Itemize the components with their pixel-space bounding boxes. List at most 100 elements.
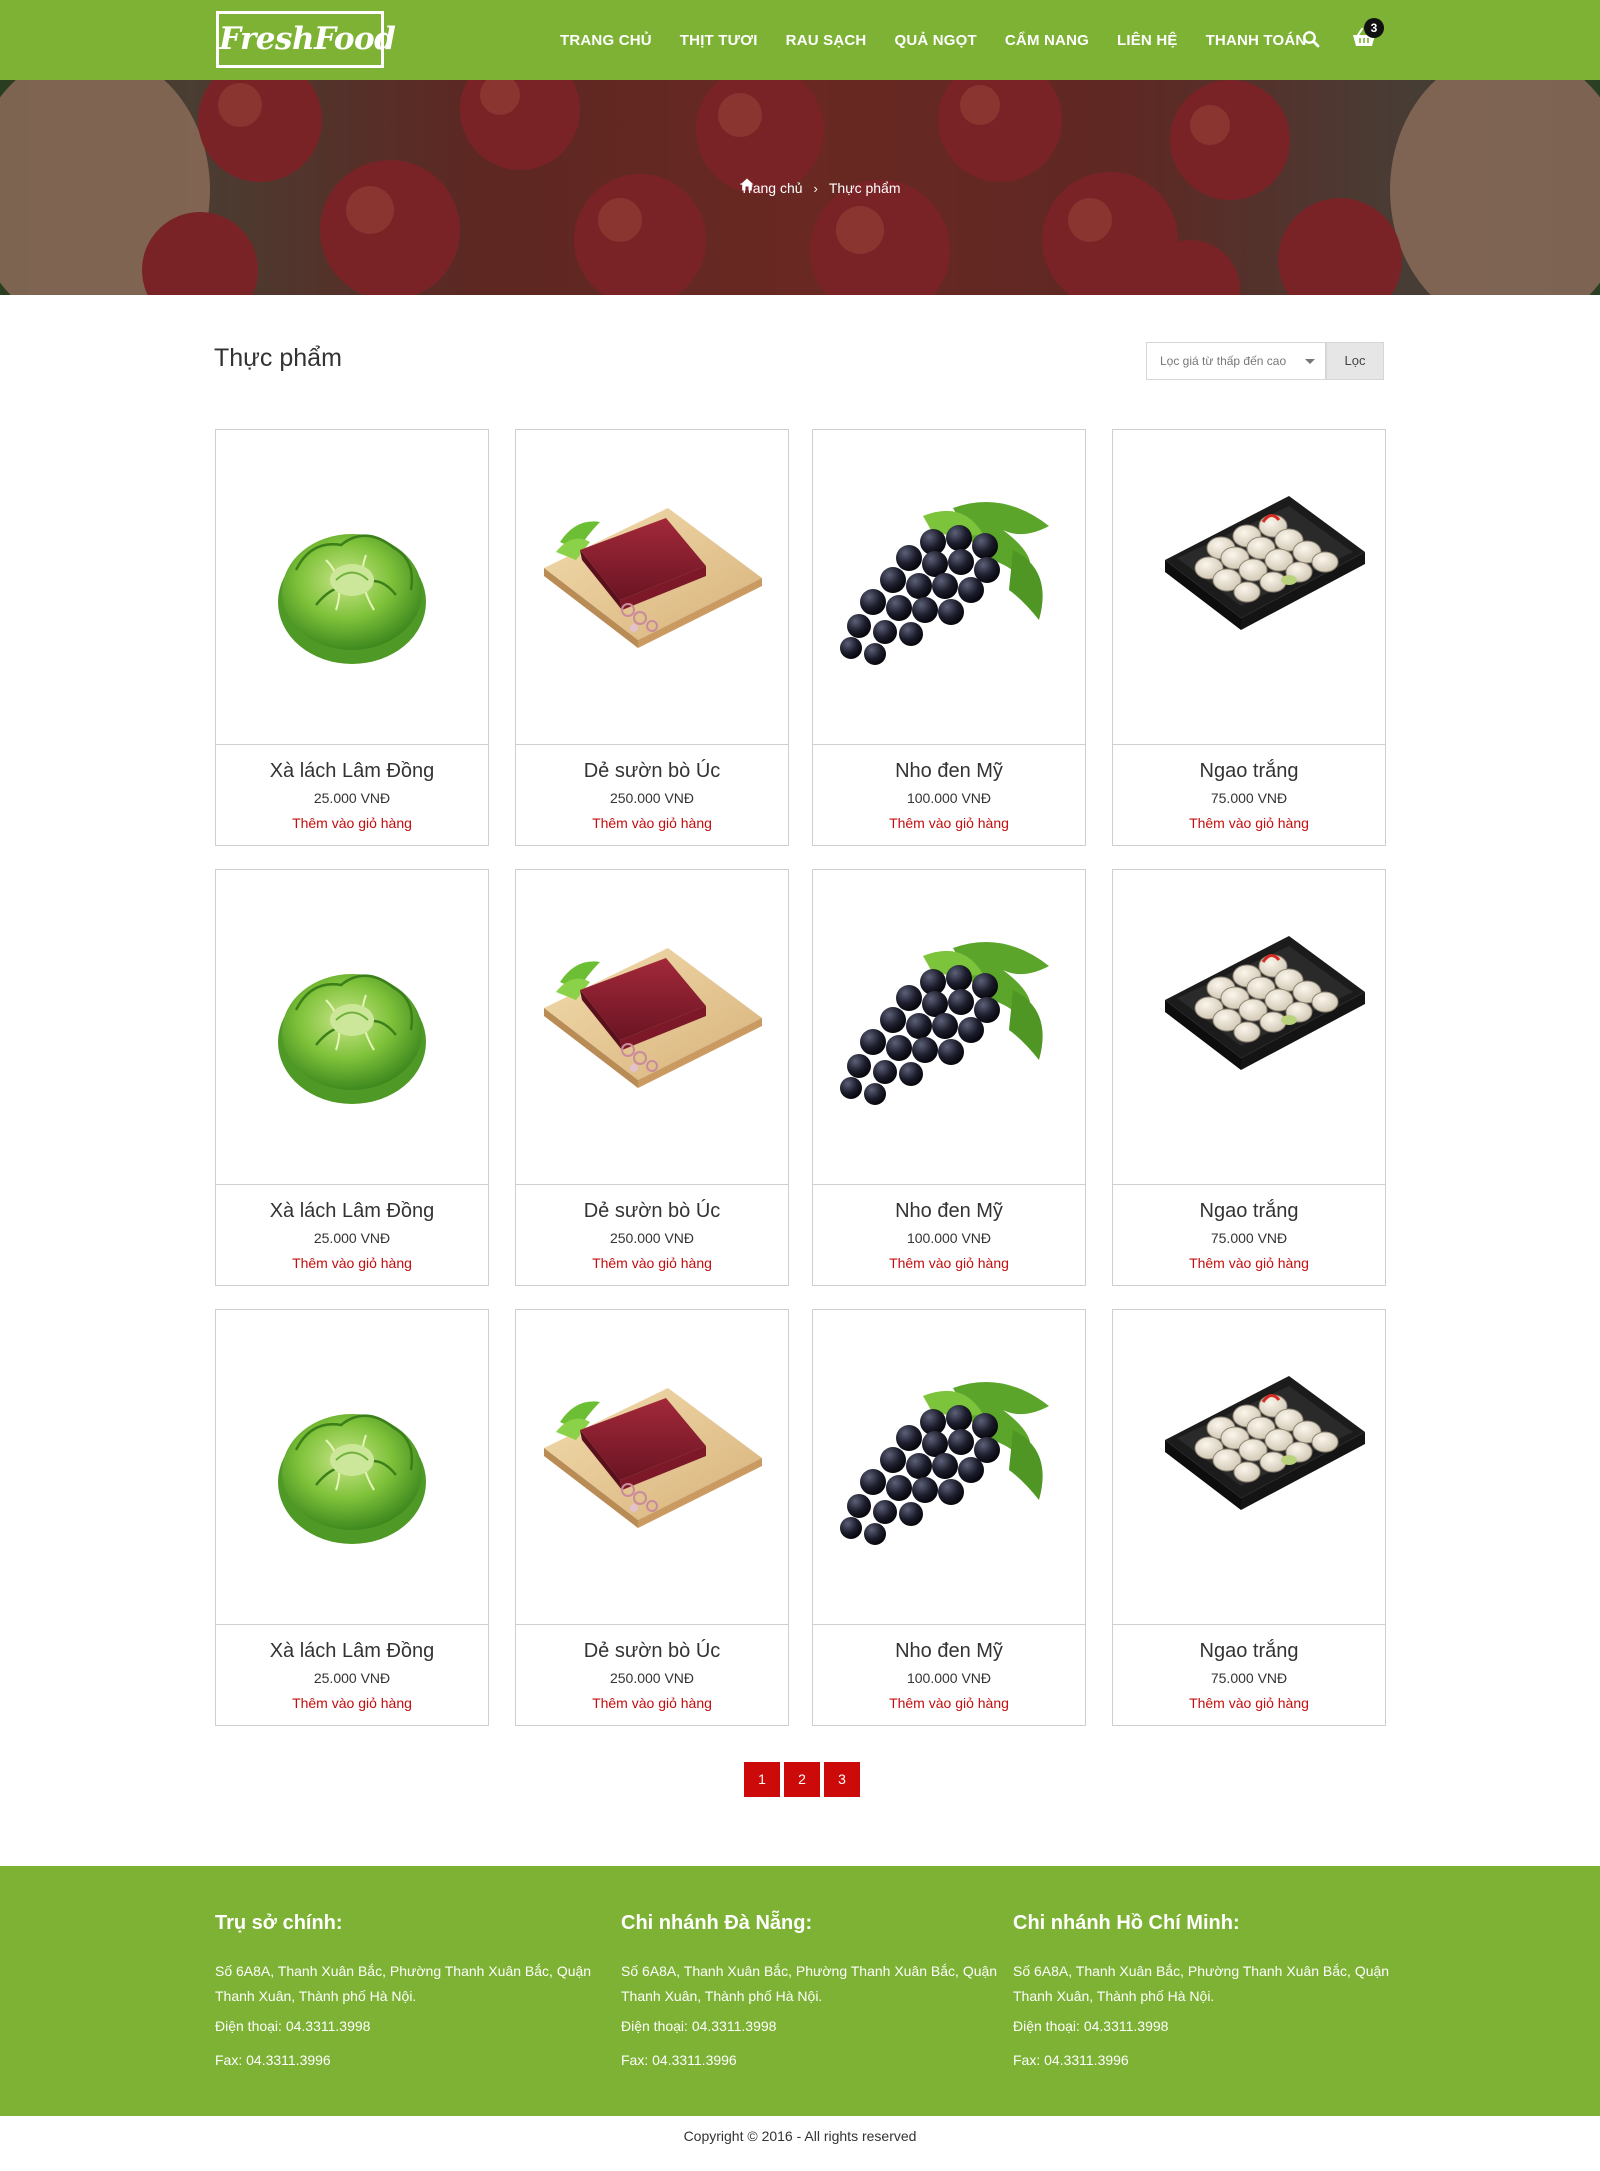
product-card[interactable]: Dẻ sườn bò Úc 250.000 VNĐ Thêm vào giỏ h… bbox=[515, 1309, 789, 1726]
site-footer: Trụ sở chính: Số 6A8A, Thanh Xuân Bắc, P… bbox=[0, 1866, 1600, 2116]
product-image-grapes[interactable] bbox=[813, 430, 1085, 745]
product-name[interactable]: Ngao trắng bbox=[1113, 1640, 1385, 1663]
footer-column-ho-chi-minh: Chi nhánh Hồ Chí Minh: Số 6A8A, Thanh Xu… bbox=[1013, 1912, 1393, 2068]
product-image-lettuce[interactable] bbox=[216, 870, 488, 1185]
footer-fax: Fax: 04.3311.3996 bbox=[621, 2052, 737, 2068]
product-name[interactable]: Xà lách Lâm Đồng bbox=[216, 760, 488, 783]
product-name[interactable]: Dẻ sườn bò Úc bbox=[516, 1640, 788, 1663]
product-card[interactable]: Ngao trắng 75.000 VNĐ Thêm vào giỏ hàng bbox=[1112, 869, 1386, 1286]
add-to-cart-link[interactable]: Thêm vào giỏ hàng bbox=[216, 1255, 488, 1271]
product-price: 100.000 VNĐ bbox=[906, 790, 992, 806]
product-name[interactable]: Xà lách Lâm Đồng bbox=[216, 1200, 488, 1223]
footer-phone: Điện thoại: 04.3311.3998 bbox=[215, 2018, 371, 2034]
nav-item-cam-nang[interactable]: CẨM NANG bbox=[1005, 32, 1089, 49]
product-card[interactable]: Nho đen Mỹ 100.000 VNĐ Thêm vào giỏ hàng bbox=[812, 1309, 1086, 1726]
product-name[interactable]: Dẻ sườn bò Úc bbox=[516, 760, 788, 783]
product-card[interactable]: Ngao trắng 75.000 VNĐ Thêm vào giỏ hàng bbox=[1112, 429, 1386, 846]
nav-item-trang-chu[interactable]: TRANG CHỦ bbox=[560, 32, 652, 49]
page-button-2[interactable]: 2 bbox=[784, 1762, 820, 1797]
footer-fax: Fax: 04.3311.3996 bbox=[215, 2052, 331, 2068]
page-button-1[interactable]: 1 bbox=[744, 1762, 780, 1797]
product-name[interactable]: Nho đen Mỹ bbox=[813, 1640, 1085, 1663]
page-title: Thực phẩm bbox=[214, 344, 342, 372]
nav-item-thit-tuoi[interactable]: THỊT TƯƠI bbox=[680, 32, 758, 49]
nav-item-thanh-toan[interactable]: THANH TOÁN bbox=[1206, 32, 1307, 49]
product-name[interactable]: Xà lách Lâm Đồng bbox=[216, 1640, 488, 1663]
product-price: 100.000 VNĐ bbox=[906, 1230, 992, 1246]
product-name[interactable]: Nho đen Mỹ bbox=[813, 760, 1085, 783]
footer-column-title: Trụ sở chính: bbox=[215, 1912, 343, 1934]
product-image-clams[interactable] bbox=[1113, 870, 1385, 1185]
footer-fax: Fax: 04.3311.3996 bbox=[1013, 2052, 1129, 2068]
nav-item-qua-ngot[interactable]: QUẢ NGỌT bbox=[894, 32, 976, 49]
product-card[interactable]: Xà lách Lâm Đồng 25.000 VNĐ Thêm vào giỏ… bbox=[215, 1309, 489, 1726]
chevron-down-icon bbox=[1305, 359, 1315, 364]
product-price: 250.000 VNĐ bbox=[609, 1670, 695, 1686]
product-name[interactable]: Nho đen Mỹ bbox=[813, 1200, 1085, 1223]
product-name[interactable]: Dẻ sườn bò Úc bbox=[516, 1200, 788, 1223]
nav-item-rau-sach[interactable]: RAU SẠCH bbox=[786, 32, 867, 49]
add-to-cart-link[interactable]: Thêm vào giỏ hàng bbox=[1113, 1255, 1385, 1271]
breadcrumb-current: Thực phẩm bbox=[828, 180, 901, 196]
product-image-beef[interactable] bbox=[516, 870, 788, 1185]
product-price: 75.000 VNĐ bbox=[1210, 790, 1288, 806]
product-card[interactable]: Ngao trắng 75.000 VNĐ Thêm vào giỏ hàng bbox=[1112, 1309, 1386, 1726]
add-to-cart-link[interactable]: Thêm vào giỏ hàng bbox=[216, 815, 488, 831]
footer-column-title: Chi nhánh Đà Nẵng: bbox=[621, 1912, 813, 1934]
product-card[interactable]: Nho đen Mỹ 100.000 VNĐ Thêm vào giỏ hàng bbox=[812, 869, 1086, 1286]
footer-column-head-office: Trụ sở chính: Số 6A8A, Thanh Xuân Bắc, P… bbox=[215, 1912, 595, 2068]
product-image-beef[interactable] bbox=[516, 1310, 788, 1625]
copyright-text: Copyright © 2016 - All rights reserved bbox=[683, 2128, 917, 2144]
chevron-right-icon: › bbox=[813, 180, 818, 196]
price-sort-selected-value: Lọc giá từ thấp đến cao bbox=[1160, 354, 1287, 368]
add-to-cart-link[interactable]: Thêm vào giỏ hàng bbox=[516, 1695, 788, 1711]
add-to-cart-link[interactable]: Thêm vào giỏ hàng bbox=[516, 1255, 788, 1271]
filter-button[interactable]: Lọc bbox=[1326, 342, 1384, 380]
product-price: 250.000 VNĐ bbox=[609, 790, 695, 806]
product-price: 100.000 VNĐ bbox=[906, 1670, 992, 1686]
product-image-clams[interactable] bbox=[1113, 430, 1385, 745]
product-price: 25.000 VNĐ bbox=[313, 1670, 391, 1686]
add-to-cart-link[interactable]: Thêm vào giỏ hàng bbox=[1113, 815, 1385, 831]
product-image-grapes[interactable] bbox=[813, 1310, 1085, 1625]
footer-address: Số 6A8A, Thanh Xuân Bắc, Phường Thanh Xu… bbox=[621, 1963, 998, 2004]
product-image-grapes[interactable] bbox=[813, 870, 1085, 1185]
logo[interactable]: FreshFood bbox=[216, 11, 396, 68]
add-to-cart-link[interactable]: Thêm vào giỏ hàng bbox=[813, 1695, 1085, 1711]
product-price: 75.000 VNĐ bbox=[1210, 1670, 1288, 1686]
breadcrumb: Trang chủ › Thực phẩm bbox=[740, 178, 900, 198]
product-card[interactable]: Xà lách Lâm Đồng 25.000 VNĐ Thêm vào giỏ… bbox=[215, 869, 489, 1286]
product-card[interactable]: Dẻ sườn bò Úc 250.000 VNĐ Thêm vào giỏ h… bbox=[515, 869, 789, 1286]
product-name[interactable]: Ngao trắng bbox=[1113, 1200, 1385, 1223]
search-icon[interactable] bbox=[1302, 30, 1320, 48]
product-name[interactable]: Ngao trắng bbox=[1113, 760, 1385, 783]
footer-column-title: Chi nhánh Hồ Chí Minh: bbox=[1013, 1912, 1240, 1934]
page-button-3[interactable]: 3 bbox=[824, 1762, 860, 1797]
add-to-cart-link[interactable]: Thêm vào giỏ hàng bbox=[516, 815, 788, 831]
product-card[interactable]: Nho đen Mỹ 100.000 VNĐ Thêm vào giỏ hàng bbox=[812, 429, 1086, 846]
home-icon[interactable] bbox=[740, 178, 754, 191]
product-price: 75.000 VNĐ bbox=[1210, 1230, 1288, 1246]
main-nav: TRANG CHỦ THỊT TƯƠI RAU SẠCH QUẢ NGỌT CẨ… bbox=[560, 0, 1334, 80]
product-price: 25.000 VNĐ bbox=[313, 790, 391, 806]
product-card[interactable]: Dẻ sườn bò Úc 250.000 VNĐ Thêm vào giỏ h… bbox=[515, 429, 789, 846]
product-price: 25.000 VNĐ bbox=[313, 1230, 391, 1246]
hero-banner: Trang chủ › Thực phẩm bbox=[0, 80, 1600, 295]
price-sort-select[interactable]: Lọc giá từ thấp đến cao bbox=[1146, 342, 1326, 380]
product-image-clams[interactable] bbox=[1113, 1310, 1385, 1625]
product-card[interactable]: Xà lách Lâm Đồng 25.000 VNĐ Thêm vào giỏ… bbox=[215, 429, 489, 846]
site-header: FreshFood TRANG CHỦ THỊT TƯƠI RAU SẠCH Q… bbox=[0, 0, 1600, 80]
product-image-lettuce[interactable] bbox=[216, 430, 488, 745]
footer-address: Số 6A8A, Thanh Xuân Bắc, Phường Thanh Xu… bbox=[1013, 1963, 1390, 2004]
product-image-lettuce[interactable] bbox=[216, 1310, 488, 1625]
cart-count-badge: 3 bbox=[1364, 18, 1384, 38]
add-to-cart-link[interactable]: Thêm vào giỏ hàng bbox=[216, 1695, 488, 1711]
product-price: 250.000 VNĐ bbox=[609, 1230, 695, 1246]
pagination: 1 2 3 bbox=[744, 1762, 864, 1797]
add-to-cart-link[interactable]: Thêm vào giỏ hàng bbox=[813, 815, 1085, 831]
product-image-beef[interactable] bbox=[516, 430, 788, 745]
footer-column-da-nang: Chi nhánh Đà Nẵng: Số 6A8A, Thanh Xuân B… bbox=[621, 1912, 1001, 2068]
add-to-cart-link[interactable]: Thêm vào giỏ hàng bbox=[813, 1255, 1085, 1271]
nav-item-lien-he[interactable]: LIÊN HỆ bbox=[1117, 32, 1178, 49]
add-to-cart-link[interactable]: Thêm vào giỏ hàng bbox=[1113, 1695, 1385, 1711]
